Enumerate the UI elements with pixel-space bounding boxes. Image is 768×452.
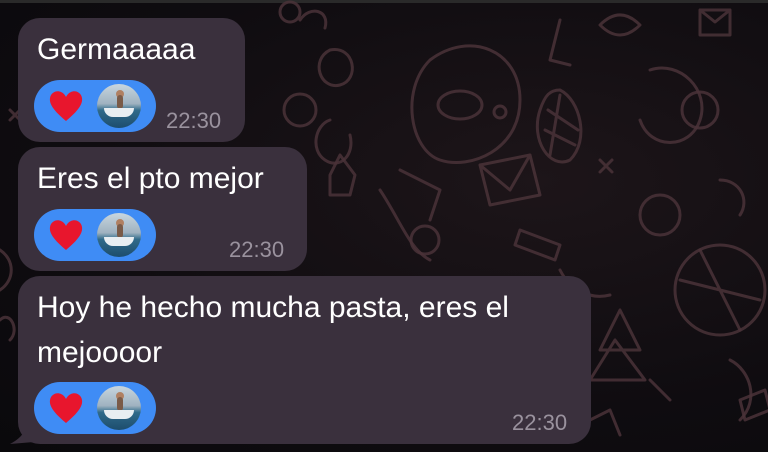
- message-text-line-1: Hoy he hecho mucha pasta, eres el: [37, 291, 509, 324]
- message-bubble-3[interactable]: Hoy he hecho mucha pasta, eres el mejooo…: [18, 276, 591, 444]
- message-time: 22:30: [512, 410, 568, 435]
- reaction-pill[interactable]: [34, 209, 156, 261]
- message-text-line-2: mejoooor: [37, 336, 163, 369]
- message-time: 22:30: [229, 237, 285, 262]
- reaction-pill[interactable]: [34, 382, 156, 434]
- message-time: 22:30: [166, 108, 222, 133]
- message-text: Eres el pto mejor: [37, 162, 264, 195]
- heart-icon: [49, 393, 83, 423]
- reaction-pill[interactable]: [34, 80, 156, 132]
- message-bubble-1[interactable]: Germaaaaa 22:30: [18, 18, 245, 142]
- user-avatar: [97, 386, 141, 430]
- message-text: Germaaaaa: [37, 33, 196, 66]
- heart-icon: [49, 220, 83, 250]
- bubble-tail: [10, 428, 34, 444]
- message-bubble-2[interactable]: Eres el pto mejor 22:30: [18, 147, 307, 271]
- heart-icon: [49, 91, 83, 121]
- user-avatar: [97, 213, 141, 257]
- user-avatar: [97, 84, 141, 128]
